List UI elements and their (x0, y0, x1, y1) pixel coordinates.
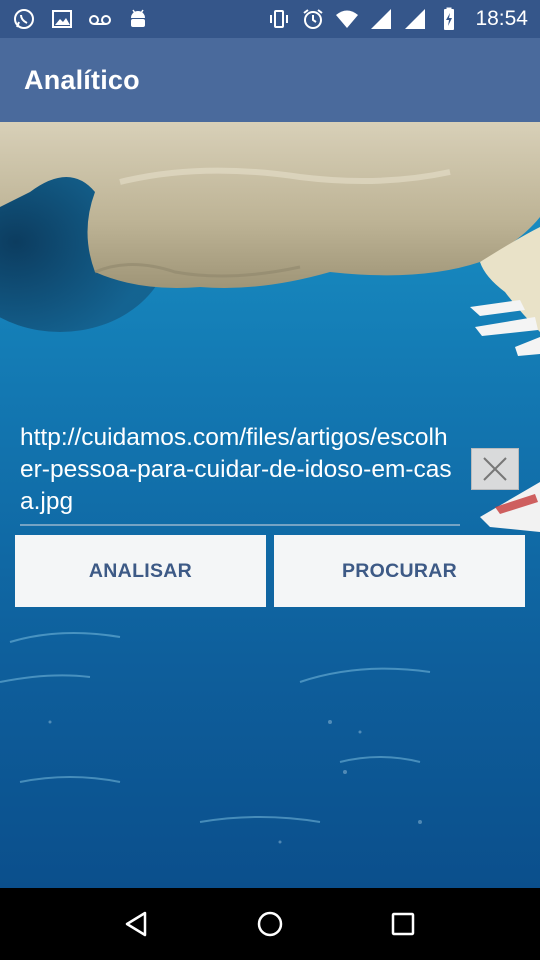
analyze-button[interactable]: ANALISAR (15, 535, 266, 607)
alarm-icon (301, 7, 325, 31)
back-button[interactable] (117, 904, 157, 944)
signal-icon (369, 7, 393, 31)
url-input[interactable]: http://cuidamos.com/files/artigos/escolh… (20, 422, 460, 526)
vibrate-icon (267, 7, 291, 31)
whatsapp-icon (12, 7, 36, 31)
status-bar: 18:54 (0, 0, 540, 38)
status-clock: 18:54 (475, 7, 528, 30)
home-icon (257, 911, 283, 937)
recents-button[interactable] (383, 904, 423, 944)
close-icon (483, 457, 507, 481)
image-icon (50, 7, 74, 31)
wifi-icon (335, 7, 359, 31)
app-bar: Analítico (0, 38, 540, 122)
battery-charging-icon (437, 7, 461, 31)
clear-button[interactable] (471, 448, 519, 490)
search-button[interactable]: PROCURAR (274, 535, 525, 607)
android-icon (126, 7, 150, 31)
voicemail-icon (88, 7, 112, 31)
signal-icon (403, 7, 427, 31)
navigation-bar (0, 888, 540, 960)
back-icon (125, 911, 146, 937)
home-button[interactable] (250, 904, 290, 944)
recents-icon (392, 912, 415, 936)
page-title: Analítico (24, 64, 140, 95)
main-content: http://cuidamos.com/files/artigos/escolh… (0, 122, 540, 888)
